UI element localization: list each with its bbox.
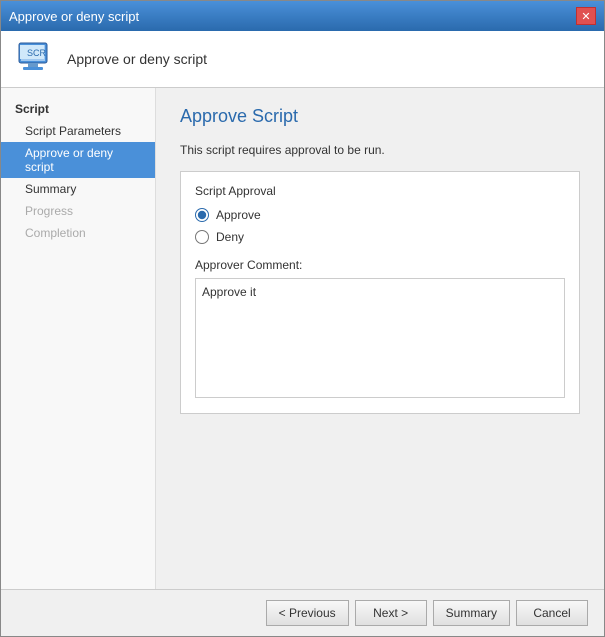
page-title: Approve Script <box>180 106 580 127</box>
header-icon: SCR <box>15 41 55 77</box>
approve-radio[interactable] <box>195 208 209 222</box>
deny-label: Deny <box>216 230 244 244</box>
title-bar: Approve or deny script ✕ <box>1 1 604 31</box>
approve-option[interactable]: Approve <box>195 208 565 222</box>
footer: < Previous Next > Summary Cancel <box>1 589 604 636</box>
deny-radio[interactable] <box>195 230 209 244</box>
next-button[interactable]: Next > <box>355 600 427 626</box>
header-bar: SCR Approve or deny script <box>1 31 604 88</box>
main-window: Approve or deny script ✕ SCR Approve or … <box>0 0 605 637</box>
title-bar-controls: ✕ <box>576 7 596 25</box>
content-area: Script Script Parameters Approve or deny… <box>1 88 604 589</box>
approve-label: Approve <box>216 208 261 222</box>
comment-section: Approver Comment: Approve it <box>195 258 565 401</box>
previous-button[interactable]: < Previous <box>266 600 349 626</box>
summary-button[interactable]: Summary <box>433 600 510 626</box>
sidebar-item-completion: Completion <box>1 222 155 244</box>
approval-group: Script Approval Approve Deny Approver Co… <box>180 171 580 414</box>
svg-text:SCR: SCR <box>27 48 47 58</box>
window-title: Approve or deny script <box>9 9 139 24</box>
sidebar-item-script-parameters[interactable]: Script Parameters <box>1 120 155 142</box>
description-text: This script requires approval to be run. <box>180 143 580 157</box>
sidebar-item-progress: Progress <box>1 200 155 222</box>
sidebar: Script Script Parameters Approve or deny… <box>1 88 156 589</box>
sidebar-item-summary[interactable]: Summary <box>1 178 155 200</box>
sidebar-section-script: Script <box>1 98 155 120</box>
header-title: Approve or deny script <box>67 51 207 67</box>
deny-option[interactable]: Deny <box>195 230 565 244</box>
close-button[interactable]: ✕ <box>576 7 596 25</box>
cancel-button[interactable]: Cancel <box>516 600 588 626</box>
comment-textarea[interactable]: Approve it <box>195 278 565 398</box>
sidebar-item-approve-deny[interactable]: Approve or deny script <box>1 142 155 178</box>
approval-group-label: Script Approval <box>195 184 565 198</box>
main-panel: Approve Script This script requires appr… <box>156 88 604 589</box>
comment-label: Approver Comment: <box>195 258 565 272</box>
